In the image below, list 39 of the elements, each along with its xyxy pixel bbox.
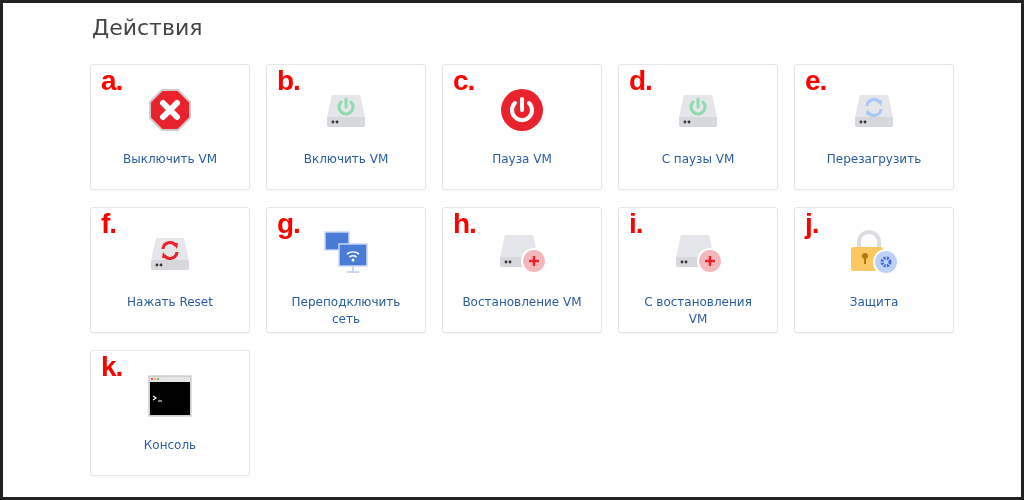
action-label: Выключить VM [122, 151, 218, 168]
action-card[interactable]: c. Пауза VM [442, 64, 602, 190]
annotation-letter: k. [101, 351, 123, 383]
action-label: Востановление VM [462, 294, 582, 311]
action-card[interactable]: f. Нажать Reset [90, 207, 250, 333]
action-card[interactable]: g. Переподключить сеть [266, 207, 426, 333]
action-card[interactable]: h. Востановление VM [442, 207, 602, 333]
action-card[interactable]: b. Включить VM [266, 64, 426, 190]
action-label: Пауза VM [492, 151, 552, 168]
annotation-letter: c. [453, 65, 475, 97]
annotation-letter: b. [277, 65, 300, 97]
action-label: Консоль [143, 437, 197, 454]
action-card[interactable]: d. С паузы VM [618, 64, 778, 190]
annotation-letter: d. [629, 65, 652, 97]
page-title: Действия [92, 15, 204, 40]
action-card[interactable]: e. Перезагрузить [794, 64, 954, 190]
action-card[interactable]: i. С востановления VM [618, 207, 778, 333]
action-card[interactable]: a. Выключить VM [90, 64, 250, 190]
action-label: Переподключить сеть [290, 294, 402, 328]
lock-gear-icon [849, 230, 899, 276]
terminal-icon [148, 375, 192, 417]
annotation-letter: a. [101, 65, 123, 97]
annotation-letter: f. [101, 208, 117, 240]
action-label: Защита [849, 294, 899, 311]
power-icon [500, 88, 544, 132]
action-card[interactable]: j. Защита [794, 207, 954, 333]
action-card[interactable]: k. Консоль [90, 350, 250, 476]
annotation-letter: j. [805, 208, 819, 240]
action-label: С паузы VM [661, 151, 735, 168]
action-label: Включить VM [303, 151, 389, 168]
action-label: Нажать Reset [127, 294, 213, 311]
stop-icon [148, 88, 192, 132]
annotation-letter: g. [277, 208, 300, 240]
annotation-letter: h. [453, 208, 476, 240]
annotation-letter: e. [805, 65, 827, 97]
network-monitors-icon [323, 230, 369, 276]
action-label: Перезагрузить [826, 151, 922, 168]
action-label: С востановления VM [643, 294, 753, 328]
annotation-letter: i. [629, 208, 643, 240]
